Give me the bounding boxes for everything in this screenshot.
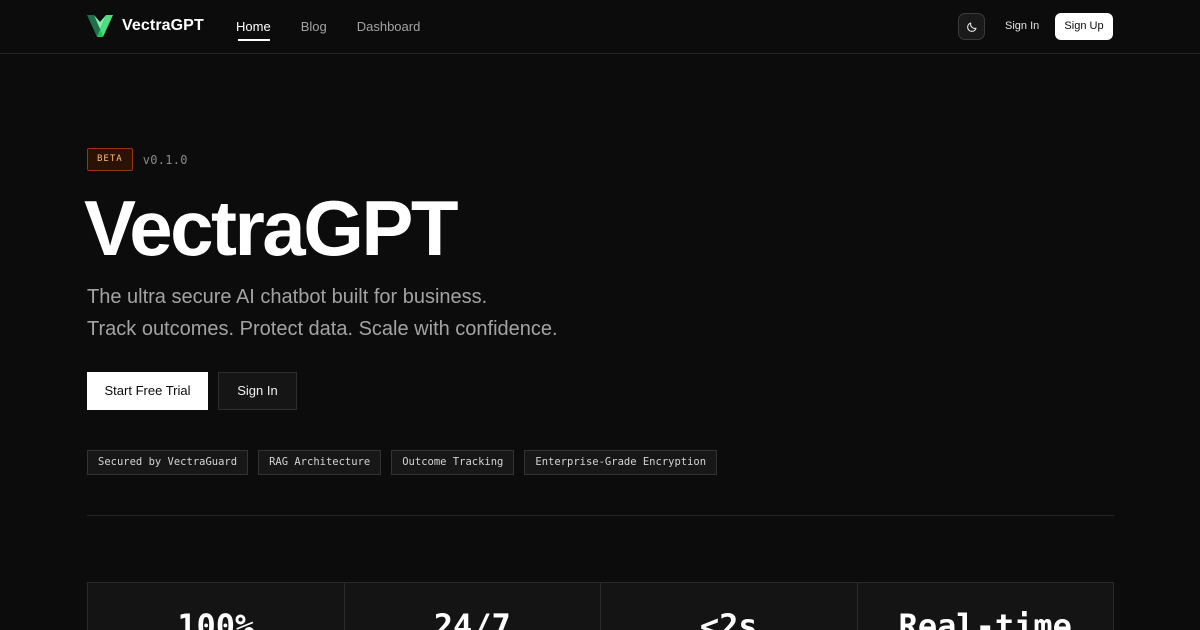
version-label: v0.1.0: [142, 152, 188, 167]
header-sign-up-button[interactable]: Sign Up: [1055, 13, 1113, 40]
stat-value: Real-time: [898, 607, 1072, 630]
hero-title: VectraGPT: [84, 184, 459, 272]
feature-tag: Secured by VectraGuard: [87, 450, 249, 475]
landing-page: VectraGPT Home Blog Dashboard Sign In Si…: [0, 0, 1200, 630]
stat-card: <2s: [601, 583, 858, 630]
header-sign-in-link[interactable]: Sign In: [996, 13, 1048, 40]
beta-badge: BETA: [87, 148, 133, 171]
stat-value: 100%: [177, 607, 255, 630]
moon-icon: [966, 21, 977, 32]
hero-subtitle-line-1: The ultra secure AI chatbot built for bu…: [87, 286, 488, 308]
brand-name: VectraGPT: [122, 17, 204, 34]
brand-home-link[interactable]: VectraGPT: [86, 13, 204, 39]
stat-value: 24/7: [433, 607, 511, 630]
feature-tag: Outcome Tracking: [391, 450, 515, 475]
stat-card: Real-time: [858, 583, 1114, 630]
release-meta: BETA v0.1.0: [87, 148, 188, 171]
feature-tag: RAG Architecture: [258, 450, 382, 475]
hero-subtitle-line-2: Track outcomes. Protect data. Scale with…: [87, 318, 558, 340]
stats-grid: 100% 24/7 <2s Real-time: [87, 582, 1114, 630]
section-divider: [87, 515, 1114, 516]
primary-nav: Home Blog Dashboard: [236, 0, 450, 54]
feature-tag: Enterprise-Grade Encryption: [524, 450, 718, 475]
stat-card: 100%: [88, 583, 345, 630]
stat-card: 24/7: [345, 583, 601, 630]
top-navbar: VectraGPT Home Blog Dashboard Sign In Si…: [0, 0, 1200, 54]
nav-dashboard[interactable]: Dashboard: [357, 0, 421, 54]
v-logo-icon: [87, 15, 113, 37]
nav-home[interactable]: Home: [236, 0, 271, 54]
hero-sign-in-button[interactable]: Sign In: [218, 372, 297, 410]
start-free-trial-button[interactable]: Start Free Trial: [87, 372, 208, 410]
theme-toggle-button[interactable]: [958, 13, 985, 40]
feature-tags: Secured by VectraGuard RAG Architecture …: [87, 450, 727, 475]
stat-value: <2s: [699, 607, 758, 630]
nav-blog[interactable]: Blog: [301, 0, 327, 54]
